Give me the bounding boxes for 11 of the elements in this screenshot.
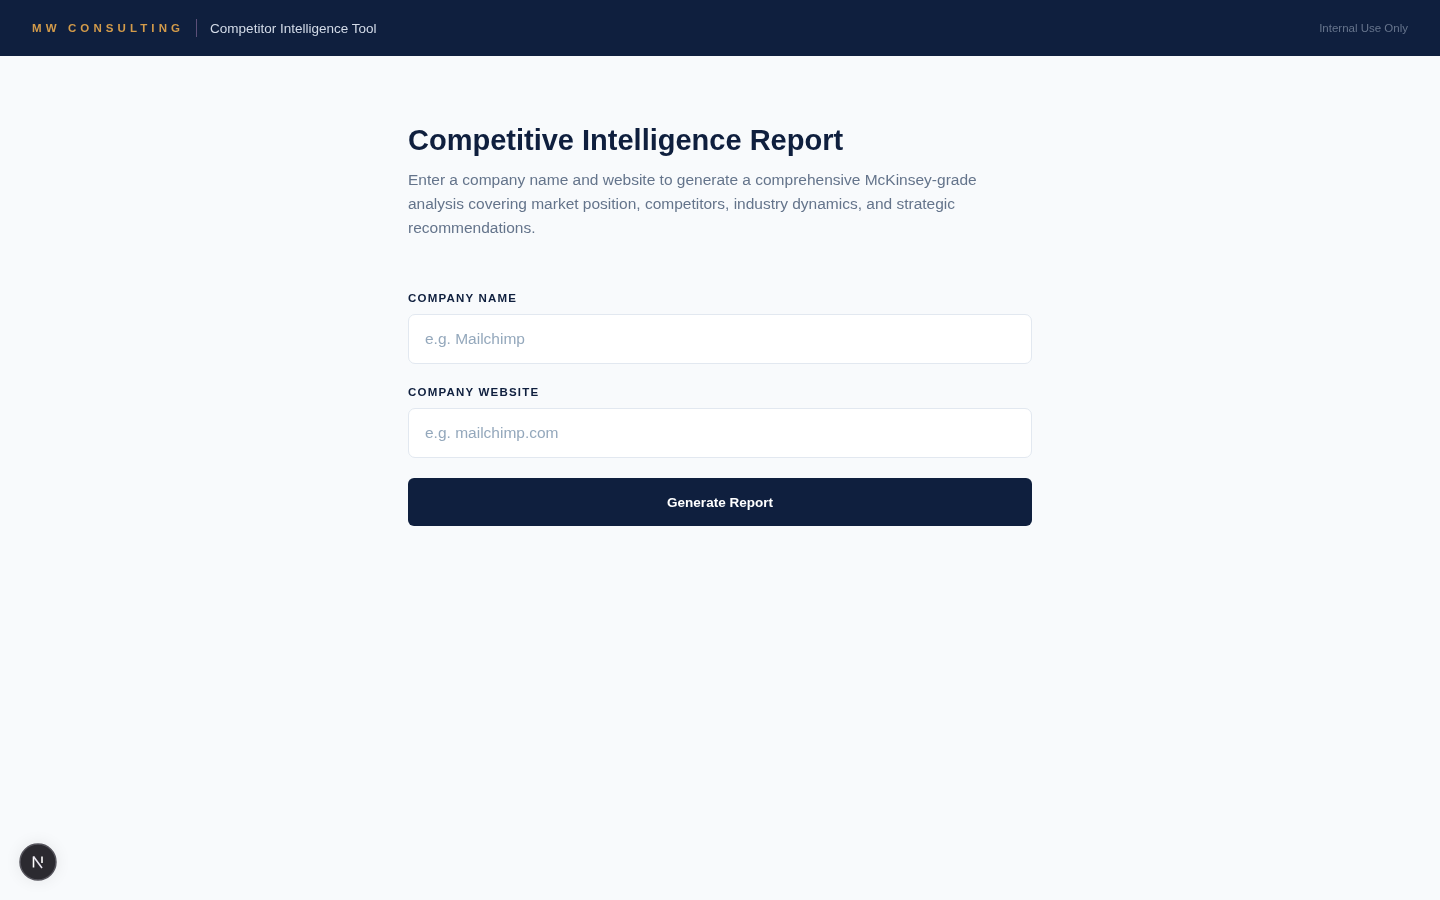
generate-report-button[interactable]: Generate Report xyxy=(408,478,1032,526)
input-field[interactable]: e.g. mailchimp.com xyxy=(408,408,1032,458)
internal-notice: Internal Use Only xyxy=(1319,22,1408,34)
page-title: Competitive Intelligence Report xyxy=(408,123,845,158)
input-field[interactable]: e.g. Mailchimp xyxy=(408,314,1032,364)
logo-badge-icon[interactable] xyxy=(19,843,57,881)
tool-name: Competitor Intelligence Tool xyxy=(210,20,377,36)
field-label: COMPANY WEBSITE xyxy=(408,385,541,400)
page-description: Enter a company name and website to generate a comprehensive McKinsey-grade analysis covering market position, competitors, industry dynamics, and strategic recommendations. xyxy=(408,170,978,238)
field-label: COMPANY NAME xyxy=(408,291,519,306)
brand-name: MW CONSULTING xyxy=(32,22,185,34)
